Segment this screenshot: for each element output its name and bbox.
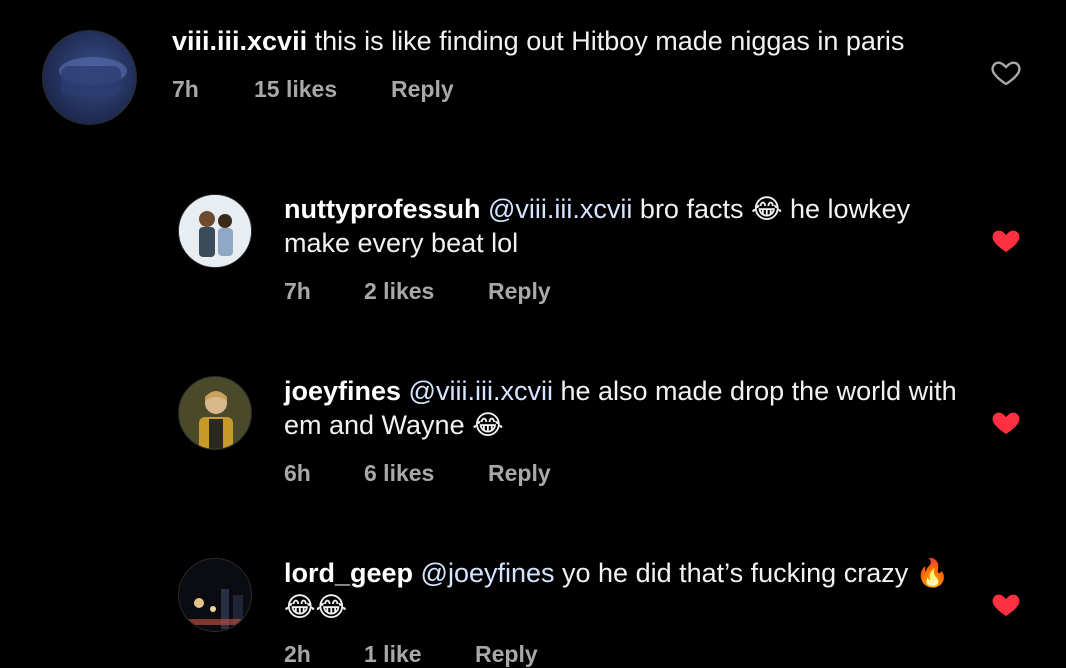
comment-meta: 7h 15 likes Reply <box>172 76 454 103</box>
comment-time: 7h <box>284 278 311 304</box>
avatar-image <box>179 377 251 449</box>
comment-likes[interactable]: 2 likes <box>364 278 488 305</box>
avatar[interactable] <box>178 194 252 268</box>
avatar-image <box>179 195 251 267</box>
comment-likes[interactable]: 15 likes <box>254 76 391 103</box>
avatar[interactable] <box>178 376 252 450</box>
comment-body: this is like finding out Hitboy made nig… <box>307 26 905 56</box>
comment-likes[interactable]: 6 likes <box>364 460 488 487</box>
comment-username[interactable]: viii.iii.xcvii <box>172 26 307 56</box>
comment-text: viii.iii.xcvii this is like finding out … <box>172 24 952 58</box>
avatar-image <box>179 559 251 631</box>
avatar[interactable] <box>178 558 252 632</box>
comment-text: nuttyprofessuh @viii.iii.xcvii bro facts… <box>284 192 964 260</box>
reply-button[interactable]: Reply <box>488 460 551 487</box>
comment-meta: 7h 2 likes Reply <box>284 278 551 305</box>
heart-outline-icon[interactable] <box>989 56 1023 88</box>
comment-time: 6h <box>284 460 311 486</box>
avatar-image <box>59 57 127 96</box>
comment-text: lord_geep @joeyfines yo he did that’s fu… <box>284 556 964 624</box>
mention-link[interactable]: @joeyfines <box>413 558 555 588</box>
heart-filled-icon[interactable] <box>989 588 1023 620</box>
heart-filled-icon[interactable] <box>989 224 1023 256</box>
mention-link[interactable]: @viii.iii.xcvii <box>481 194 632 224</box>
heart-filled-icon[interactable] <box>989 406 1023 438</box>
comment-text: joeyfines @viii.iii.xcvii he also made d… <box>284 374 964 442</box>
comment-username[interactable]: nuttyprofessuh <box>284 194 481 224</box>
comment-time: 7h <box>172 76 199 102</box>
comment-username[interactable]: joeyfines <box>284 376 401 406</box>
mention-link[interactable]: @viii.iii.xcvii <box>401 376 553 406</box>
avatar[interactable] <box>42 30 137 125</box>
reply-button[interactable]: Reply <box>391 76 454 103</box>
comment-username[interactable]: lord_geep <box>284 558 413 588</box>
comment-meta: 6h 6 likes Reply <box>284 460 551 487</box>
reply-button[interactable]: Reply <box>488 278 551 305</box>
